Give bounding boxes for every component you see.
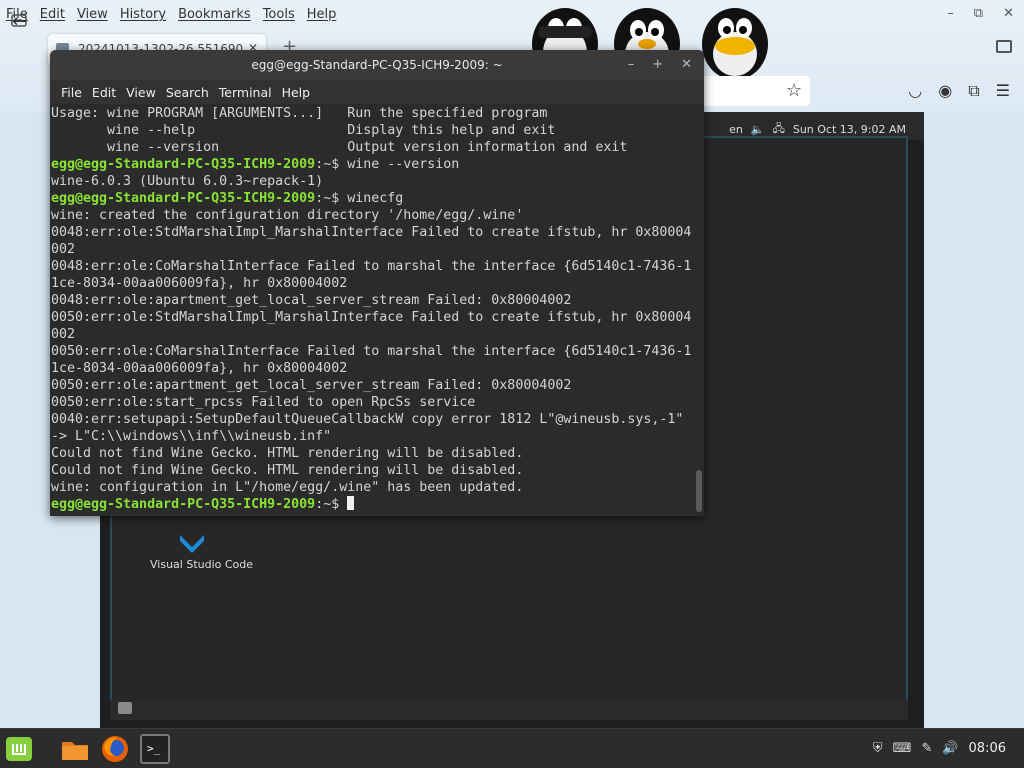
mint-menu-icon[interactable] [4,734,34,764]
terminal-output[interactable]: Usage: wine PROGRAM [ARGUMENTS...] Run t… [50,104,692,516]
terminal-line: 0050:err:ole:CoMarshalInterface Failed t… [51,344,692,359]
terminal-line: egg@egg-Standard-PC-Q35-ICH9-2009:~$ [51,496,692,513]
terminal-menu-search[interactable]: Search [161,85,214,100]
desktop-icon-label[interactable]: Visual Studio Code [150,558,253,571]
host-system-tray: ⛨ ⌨ ✎ 🔊 08:06 [873,741,1006,756]
terminal-menu-edit[interactable]: Edit [87,85,121,100]
terminal-line: 0050:err:ole:apartment_get_local_server_… [51,378,572,393]
toolbar-icons: ◡ ◉ ⧉ ☰ [908,81,1010,101]
host-taskbar: >_ ⛨ ⌨ ✎ 🔊 08:06 [0,728,1024,768]
terminal-taskbar-button[interactable]: >_ [140,734,170,764]
terminal-menu-view[interactable]: View [121,85,161,100]
back-arrow-icon[interactable]: ← [12,11,27,32]
firefox-icon[interactable] [100,734,130,764]
terminal-line: 0050:err:ole:start_rpcss Failed to open … [51,395,476,410]
extensions-icon[interactable]: ⧉ [968,81,979,101]
terminal-line: egg@egg-Standard-PC-Q35-ICH9-2009:~$ win… [51,156,692,173]
sidebar-icon[interactable] [996,40,1012,53]
menu-history[interactable]: History [114,7,172,22]
pen-icon[interactable]: ✎ [921,741,932,756]
bookmark-star-icon[interactable]: ☆ [786,80,802,101]
terminal-line: Usage: wine PROGRAM [ARGUMENTS...] Run t… [51,106,548,121]
terminal-menu-help[interactable]: Help [277,85,316,100]
menu-bookmarks[interactable]: Bookmarks [172,7,257,22]
close-button[interactable]: ✕ [1003,6,1014,21]
terminal-line: 0050:err:ole:StdMarshalImpl_MarshalInter… [51,310,692,325]
terminal-line: 1ce-8034-00aa006009fa}, hr 0x80004002 [51,361,348,376]
terminal-menubar: File Edit View Search Terminal Help [50,80,704,104]
keyboard-icon[interactable]: ⌨ [893,741,912,756]
shell-prompt: egg@egg-Standard-PC-Q35-ICH9-2009 [51,157,316,172]
terminal-line: 002 [51,327,76,342]
vscode-icon[interactable] [172,533,212,555]
terminal-window-controls: – + ✕ [628,50,692,80]
browser-menubar: File Edit View History Bookmarks Tools H… [0,0,1024,28]
terminal-menu-terminal[interactable]: Terminal [214,85,277,100]
pocket-icon[interactable]: ◡ [908,81,922,101]
hamburger-menu-icon[interactable]: ☰ [996,81,1010,101]
menu-help[interactable]: Help [301,7,343,22]
terminal-line: Could not find Wine Gecko. HTML renderin… [51,463,524,478]
terminal-line: wine: created the configuration director… [51,208,524,223]
menu-tools[interactable]: Tools [257,7,301,22]
terminal-line: 0048:err:ole:apartment_get_local_server_… [51,293,572,308]
menu-view[interactable]: View [71,7,114,22]
minimize-icon[interactable]: – [628,50,635,80]
shield-icon[interactable]: ⛨ [873,741,883,756]
terminal-window[interactable]: egg@egg-Standard-PC-Q35-ICH9-2009: ~ – +… [50,50,704,516]
terminal-scrollbar[interactable] [696,470,702,512]
terminal-titlebar[interactable]: egg@egg-Standard-PC-Q35-ICH9-2009: ~ – +… [50,50,704,80]
terminal-line: Could not find Wine Gecko. HTML renderin… [51,446,524,461]
volume-icon[interactable]: 🔈 [751,123,765,136]
terminal-line: egg@egg-Standard-PC-Q35-ICH9-2009:~$ win… [51,190,692,207]
volume-icon[interactable]: 🔊 [942,741,958,756]
terminal-title: egg@egg-Standard-PC-Q35-ICH9-2009: ~ [251,58,503,72]
terminal-line: 0048:err:ole:CoMarshalInterface Failed t… [51,259,692,274]
vm-clock[interactable]: Sun Oct 13, 9:02 AM [793,123,906,136]
terminal-line: 0048:err:ole:StdMarshalImpl_MarshalInter… [51,225,692,240]
penguin-icon [702,8,768,76]
restore-button[interactable]: ⧉ [974,6,983,21]
terminal-menu-file[interactable]: File [56,85,87,100]
terminal-line: wine --version Output version informatio… [51,140,628,155]
terminal-line: -> L"C:\\windows\\inf\\wineusb.inf" [51,429,332,444]
terminal-line: 1ce-8034-00aa006009fa}, hr 0x80004002 [51,276,348,291]
terminal-line: wine: configuration in L"/home/egg/.wine… [51,480,524,495]
shell-command: winecfg [347,191,404,206]
files-icon[interactable] [118,702,132,714]
menu-edit[interactable]: Edit [34,7,71,22]
keyboard-layout-indicator[interactable]: en [729,123,743,136]
terminal-line: wine-6.0.3 (Ubuntu 6.0.3~repack-1) [51,174,324,189]
account-icon[interactable]: ◉ [938,81,952,101]
terminal-line: 0040:err:setupapi:SetupDefaultQueueCallb… [51,412,684,427]
maximize-icon[interactable]: + [652,50,663,80]
browser-window-controls: – ⧉ ✕ [947,6,1014,21]
minimize-button[interactable]: – [947,6,954,21]
shell-prompt-path: :~$ [315,191,348,206]
shell-prompt-path: :~$ [315,497,348,512]
host-clock[interactable]: 08:06 [969,741,1006,756]
terminal-cursor [347,496,355,510]
folder-icon[interactable] [60,734,90,764]
shell-command: wine --version [347,157,460,172]
shell-prompt: egg@egg-Standard-PC-Q35-ICH9-2009 [51,497,316,512]
terminal-line: 002 [51,242,76,257]
shell-prompt: egg@egg-Standard-PC-Q35-ICH9-2009 [51,191,316,206]
close-icon[interactable]: ✕ [681,50,692,80]
vm-bottom-panel [110,700,908,720]
shell-prompt-path: :~$ [315,157,348,172]
terminal-line: wine --help Display this help and exit [51,123,556,138]
